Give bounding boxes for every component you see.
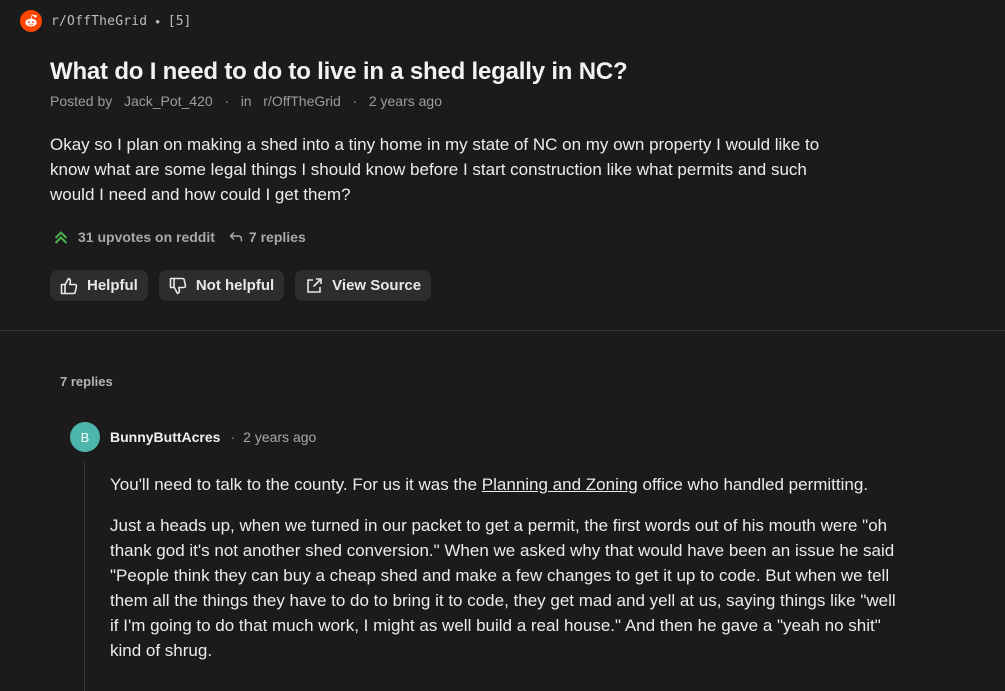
posted-by-label: Posted by bbox=[50, 93, 113, 109]
replies-heading: 7 replies bbox=[60, 374, 113, 389]
in-label: in bbox=[240, 93, 252, 109]
top-bar: r/OffTheGrid • [5] bbox=[20, 9, 191, 33]
subreddit-link[interactable]: r/OffTheGrid bbox=[51, 14, 147, 29]
section-divider bbox=[0, 330, 1005, 331]
reddit-logo-icon[interactable] bbox=[20, 10, 42, 32]
external-link-icon bbox=[304, 276, 324, 296]
meta-separator: · bbox=[352, 93, 358, 109]
planning-zoning-link[interactable]: Planning and Zoning bbox=[482, 475, 638, 494]
post-subreddit[interactable]: r/OffTheGrid bbox=[263, 93, 341, 109]
thumbs-down-icon bbox=[168, 276, 188, 296]
thread-line[interactable] bbox=[84, 461, 85, 691]
comment-paragraph: You'll need to talk to the county. For u… bbox=[110, 472, 900, 497]
replies-count: 7 replies bbox=[248, 229, 306, 245]
avatar[interactable]: B bbox=[70, 422, 100, 452]
upvote-count: 31 upvotes on reddit bbox=[78, 229, 215, 245]
comment-header: B BunnyButtAcres · 2 years ago bbox=[70, 421, 970, 453]
comment-author[interactable]: BunnyButtAcres bbox=[110, 429, 220, 445]
helpful-button[interactable]: Helpful bbox=[50, 270, 148, 301]
post-title: What do I need to do to live in a shed l… bbox=[50, 58, 628, 85]
post-time: 2 years ago bbox=[368, 93, 442, 109]
post-stats: 31 upvotes on reddit 7 replies bbox=[53, 229, 306, 245]
comment: B BunnyButtAcres · 2 years ago You'll ne… bbox=[70, 421, 970, 691]
comment-time: 2 years ago bbox=[243, 429, 317, 445]
view-source-label: View Source bbox=[332, 277, 422, 294]
thumbs-up-icon bbox=[59, 276, 79, 296]
not-helpful-label: Not helpful bbox=[195, 277, 275, 294]
reply-icon bbox=[229, 230, 243, 244]
post-meta: Posted by Jack_Pot_420 · in r/OffTheGrid… bbox=[50, 93, 442, 109]
post-body: Okay so I plan on making a shed into a t… bbox=[50, 135, 820, 204]
not-helpful-button[interactable]: Not helpful bbox=[158, 270, 285, 301]
post-actions: Helpful Not helpful View Source bbox=[50, 270, 432, 301]
separator-dot: • bbox=[155, 13, 160, 29]
meta-separator: · bbox=[224, 93, 230, 109]
comment-paragraph: Just a heads up, when we turned in our p… bbox=[110, 516, 896, 660]
view-source-button[interactable]: View Source bbox=[295, 270, 432, 301]
reply-count: [5] bbox=[167, 13, 192, 29]
comment-text: office who handled permitting. bbox=[637, 475, 869, 494]
post-author[interactable]: Jack_Pot_420 bbox=[124, 93, 213, 109]
upvote-icon bbox=[53, 229, 69, 245]
comment-text: You'll need to talk to the county. For u… bbox=[110, 475, 482, 494]
helpful-label: Helpful bbox=[87, 277, 138, 294]
comment-body: You'll need to talk to the county. For u… bbox=[110, 472, 900, 679]
comment-separator: · bbox=[230, 429, 236, 445]
